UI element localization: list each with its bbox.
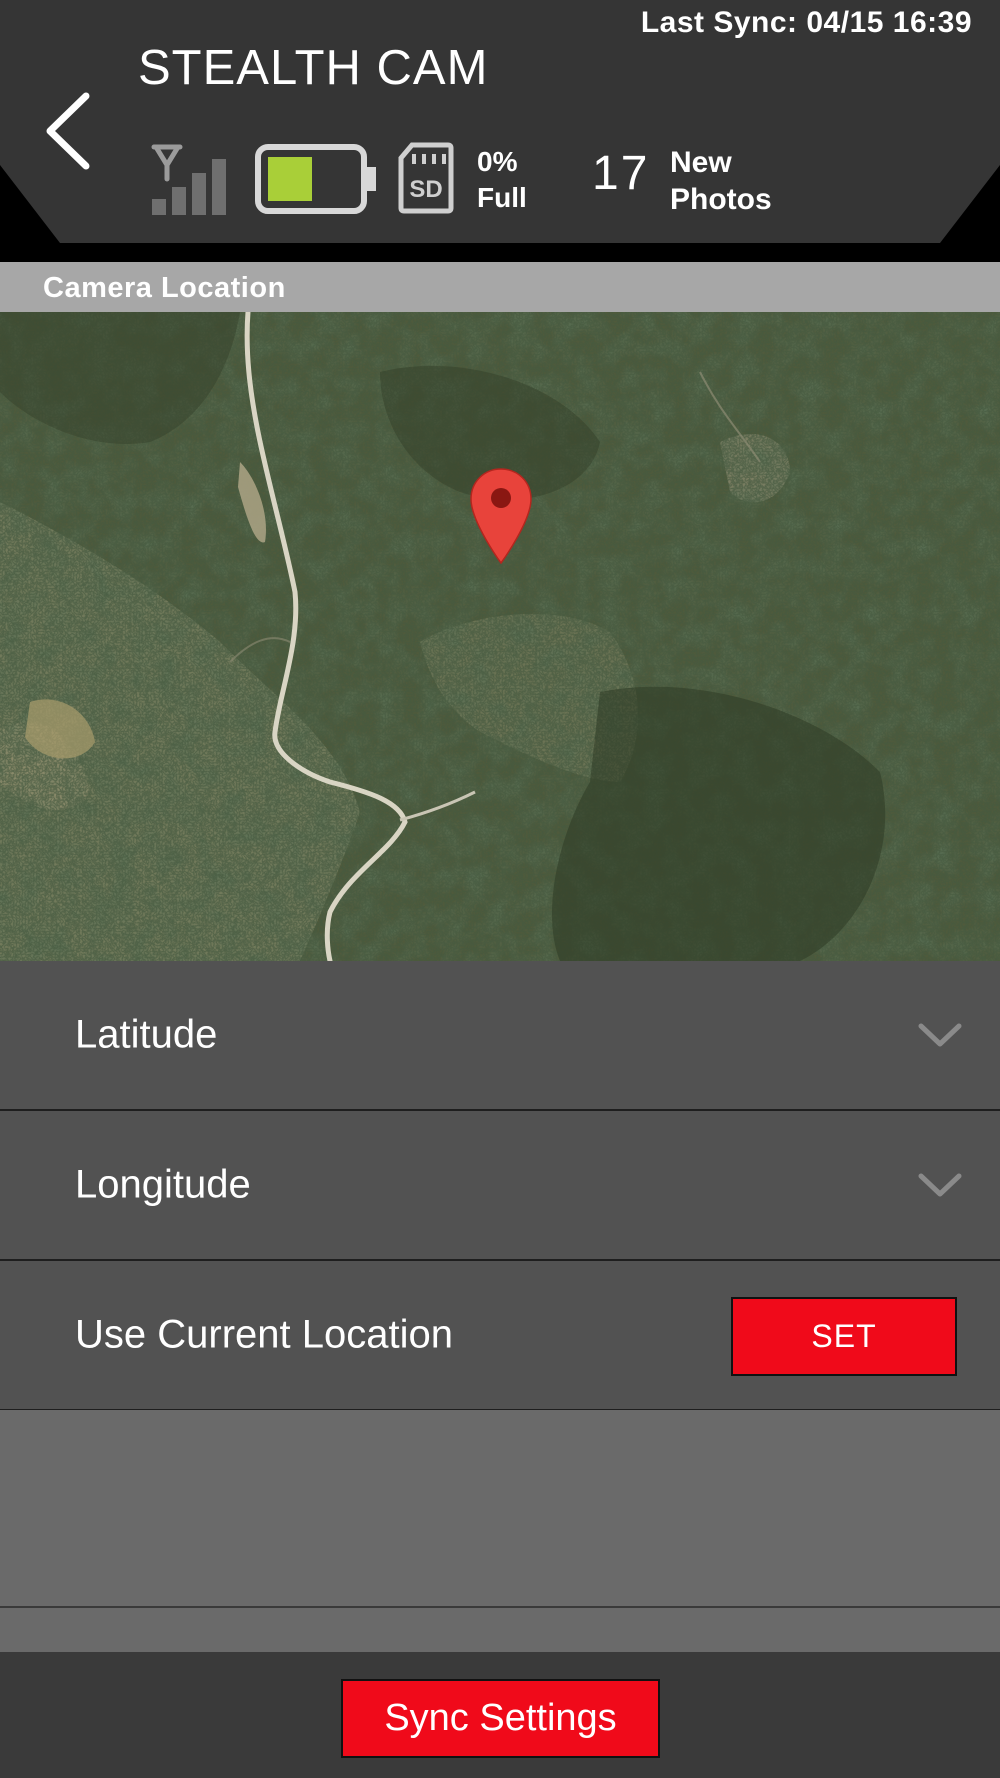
longitude-row[interactable]: Longitude xyxy=(0,1111,1000,1261)
app-title: STEALTH CAM xyxy=(138,41,489,95)
battery-icon xyxy=(255,144,376,214)
chevron-down-icon[interactable] xyxy=(918,1172,962,1198)
map-imagery xyxy=(0,312,1000,961)
chevron-down-icon[interactable] xyxy=(918,1022,962,1048)
longitude-label: Longitude xyxy=(75,1162,251,1207)
signal-strength-icon xyxy=(151,144,226,215)
use-current-location-label: Use Current Location xyxy=(75,1312,453,1357)
section-title: Camera Location xyxy=(43,272,286,304)
empty-panel-lower xyxy=(0,1608,1000,1652)
sd-label: SD xyxy=(409,176,442,203)
latitude-label: Latitude xyxy=(75,1012,218,1057)
storage-label: Full xyxy=(477,182,527,213)
new-photos-count[interactable]: 17 xyxy=(592,146,649,201)
empty-panel xyxy=(0,1410,1000,1608)
latitude-row[interactable]: Latitude xyxy=(0,961,1000,1111)
sync-settings-button[interactable]: Sync Settings xyxy=(341,1679,660,1758)
new-photos-label-line2: Photos xyxy=(670,183,772,216)
storage-percent: 0% xyxy=(477,146,518,177)
set-location-button[interactable]: SET xyxy=(731,1297,957,1376)
sd-card-icon: SD xyxy=(398,142,454,214)
back-button[interactable] xyxy=(38,88,98,174)
satellite-map[interactable] xyxy=(0,312,1000,961)
back-arrow-icon xyxy=(46,92,90,170)
new-photos-label[interactable]: New Photos xyxy=(670,144,772,218)
last-sync-text: Last Sync: 04/15 16:39 xyxy=(640,6,972,39)
section-header: Camera Location xyxy=(0,262,1000,312)
location-pin-icon[interactable] xyxy=(469,467,533,565)
new-photos-label-line1: New xyxy=(670,146,732,179)
storage-status: 0% Full xyxy=(477,144,527,216)
